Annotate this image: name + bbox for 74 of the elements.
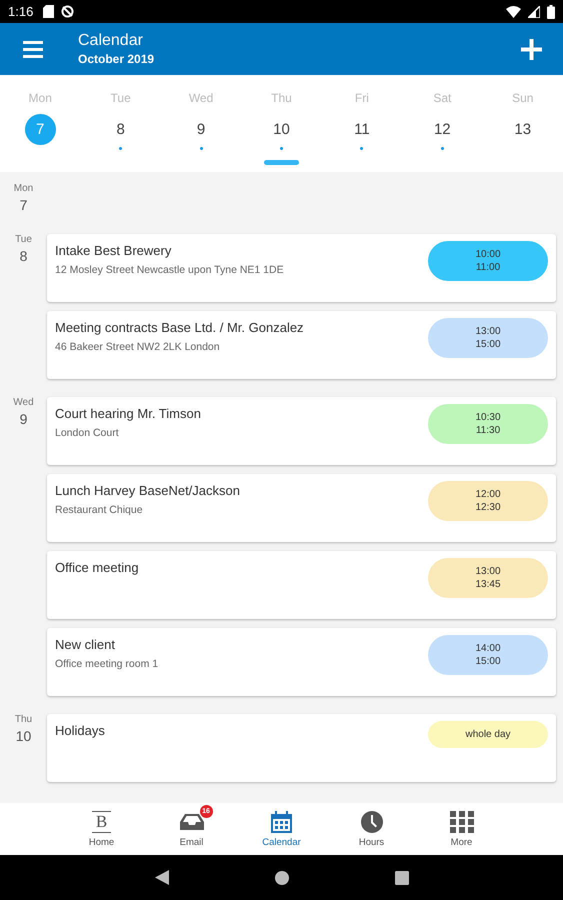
event-time: whole day bbox=[465, 729, 511, 740]
event-time: 14:00 bbox=[475, 643, 501, 654]
agenda-weekday: Thu bbox=[14, 714, 32, 725]
day-button[interactable]: 12 bbox=[426, 114, 458, 145]
add-icon bbox=[521, 38, 542, 60]
nav-tab[interactable]: Hours bbox=[326, 803, 416, 855]
agenda-weekday: Mon bbox=[14, 183, 34, 194]
nav-tab[interactable]: More bbox=[416, 803, 506, 855]
status-time: 1:16 bbox=[8, 4, 34, 19]
event-time: 10:30 bbox=[475, 412, 501, 423]
agenda-day: 9 bbox=[20, 411, 28, 427]
recents-icon[interactable] bbox=[394, 870, 408, 884]
weekday-label: Thu bbox=[271, 91, 292, 105]
sd-card-icon bbox=[43, 5, 54, 18]
event-title: Meeting contracts Base Ltd. / Mr. Gonzalez bbox=[55, 320, 305, 335]
menu-icon bbox=[23, 40, 43, 58]
nav-tab[interactable]: B Home bbox=[56, 803, 146, 855]
event-time: 15:00 bbox=[475, 656, 501, 667]
event-title: Office meeting bbox=[55, 560, 140, 575]
event-time: 13:45 bbox=[475, 579, 501, 590]
event-time: 11:30 bbox=[476, 425, 500, 436]
agenda-day: 10 bbox=[16, 728, 32, 744]
screen-title: Calendar bbox=[78, 32, 144, 50]
agenda-day: 7 bbox=[20, 197, 28, 213]
event-location: London Court bbox=[55, 427, 120, 439]
event-location: 46 Bakeer Street NW2 2LK London bbox=[55, 341, 221, 353]
agenda-weekday: Tue bbox=[15, 234, 32, 245]
weekday-label: Fri bbox=[354, 91, 369, 105]
agenda-day: 8 bbox=[20, 248, 28, 264]
weekday-label: Tue bbox=[110, 91, 131, 105]
event-card[interactable]: New client Office meeting room 1 14:00 15:00 bbox=[47, 628, 556, 696]
event-location: 12 Mosley Street Newcastle upon Tyne NE1 1DE bbox=[55, 264, 285, 276]
event-location: Restaurant Chique bbox=[55, 504, 144, 516]
event-time: 12:00 bbox=[475, 489, 501, 500]
day-button[interactable]: 10 bbox=[266, 114, 297, 145]
event-card[interactable]: Holidays whole day bbox=[47, 714, 556, 782]
event-card[interactable]: Intake Best Brewery 12 Mosley Street Newcastle upon Tyne NE1 1DE 10:00 11:00 bbox=[47, 234, 556, 302]
event-card[interactable]: Lunch Harvey BaseNet/Jackson Restaurant Chique 12:00 12:30 bbox=[47, 474, 556, 542]
event-time: 15:00 bbox=[475, 339, 501, 350]
weekday-label: Wed bbox=[188, 91, 214, 105]
event-time: 13:00 bbox=[475, 566, 501, 577]
day-button[interactable]: 11 bbox=[346, 114, 378, 145]
sync-off-icon bbox=[61, 5, 74, 18]
back-icon[interactable] bbox=[154, 870, 168, 885]
clock-icon bbox=[360, 810, 382, 832]
day-button[interactable]: 9 bbox=[186, 114, 217, 145]
grid-icon bbox=[450, 810, 474, 832]
weekday-label: Sat bbox=[433, 91, 452, 105]
event-card[interactable]: Office meeting 13:00 13:45 bbox=[47, 551, 556, 619]
weekday-label: Sun bbox=[512, 91, 534, 105]
event-card[interactable]: Court hearing Mr. Timson London Court 10:30 11:30 bbox=[47, 397, 556, 465]
battery-icon bbox=[547, 4, 555, 18]
event-title: Holidays bbox=[55, 723, 106, 738]
nav-tab[interactable]: Calendar bbox=[236, 803, 326, 855]
event-time: 12:30 bbox=[475, 502, 501, 513]
home-icon[interactable] bbox=[274, 870, 288, 884]
day-button[interactable]: 8 bbox=[105, 114, 136, 145]
event-title: Intake Best Brewery bbox=[55, 243, 172, 258]
event-title: New client bbox=[55, 637, 116, 652]
inbox-icon bbox=[180, 814, 204, 830]
calendar-icon bbox=[271, 810, 292, 832]
signal-icon bbox=[528, 6, 540, 18]
event-time: 10:00 bbox=[475, 249, 501, 260]
event-card[interactable]: Meeting contracts Base Ltd. / Mr. Gonzalez 46 Bakeer Street NW2 2LK London 13:00 15:00 bbox=[47, 311, 556, 379]
month-subtitle: October 2019 bbox=[78, 52, 154, 66]
day-button[interactable]: 13 bbox=[507, 114, 538, 145]
weekday-label: Mon bbox=[28, 91, 52, 105]
event-title: Court hearing Mr. Timson bbox=[55, 406, 202, 421]
event-location: Office meeting room 1 bbox=[55, 658, 160, 670]
wifi-icon bbox=[506, 6, 521, 18]
event-title: Lunch Harvey BaseNet/Jackson bbox=[55, 483, 241, 498]
agenda-weekday: Wed bbox=[13, 397, 34, 408]
event-time: 11:00 bbox=[476, 262, 500, 273]
event-time: 13:00 bbox=[475, 326, 501, 337]
